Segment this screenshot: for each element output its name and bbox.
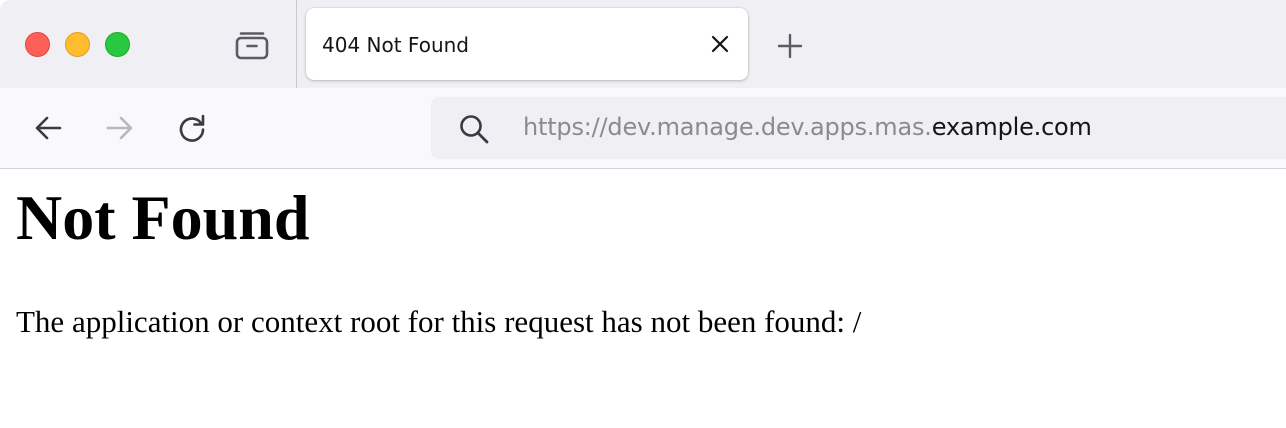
window-zoom-button[interactable] (105, 32, 130, 57)
address-bar[interactable]: https://dev.manage.dev.apps.mas.example.… (431, 97, 1286, 159)
tab-overview-button[interactable] (230, 26, 274, 64)
arrow-left-icon (35, 116, 62, 140)
tab-active[interactable]: 404 Not Found (306, 8, 748, 80)
url-prefix: https://dev.manage.dev.apps.mas. (523, 113, 932, 141)
close-icon (711, 35, 729, 53)
reload-icon (179, 114, 205, 142)
window-close-button[interactable] (25, 32, 50, 57)
search-icon (460, 115, 489, 144)
error-message: The application or context root for this… (16, 304, 862, 339)
new-tab-button[interactable] (770, 26, 810, 66)
address-search-button[interactable] (457, 112, 491, 146)
tab-strip-divider (296, 0, 297, 88)
plus-icon (777, 33, 803, 59)
reload-button[interactable] (172, 108, 212, 148)
tab-overview-icon (235, 32, 269, 60)
tab-strip: 404 Not Found (0, 0, 1286, 88)
window-minimize-button[interactable] (65, 32, 90, 57)
url-domain: example.com (931, 113, 1092, 141)
tab-title: 404 Not Found (322, 33, 470, 57)
address-url[interactable]: https://dev.manage.dev.apps.mas.example.… (523, 113, 1092, 141)
page-content: Not Found The application or context roo… (0, 170, 1286, 428)
navigation-toolbar: https://dev.manage.dev.apps.mas.example.… (0, 88, 1286, 169)
arrow-right-icon (106, 116, 133, 140)
page-heading: Not Found (16, 182, 310, 253)
back-button[interactable] (28, 108, 68, 148)
forward-button[interactable] (100, 108, 140, 148)
tab-close-button[interactable] (706, 30, 734, 58)
